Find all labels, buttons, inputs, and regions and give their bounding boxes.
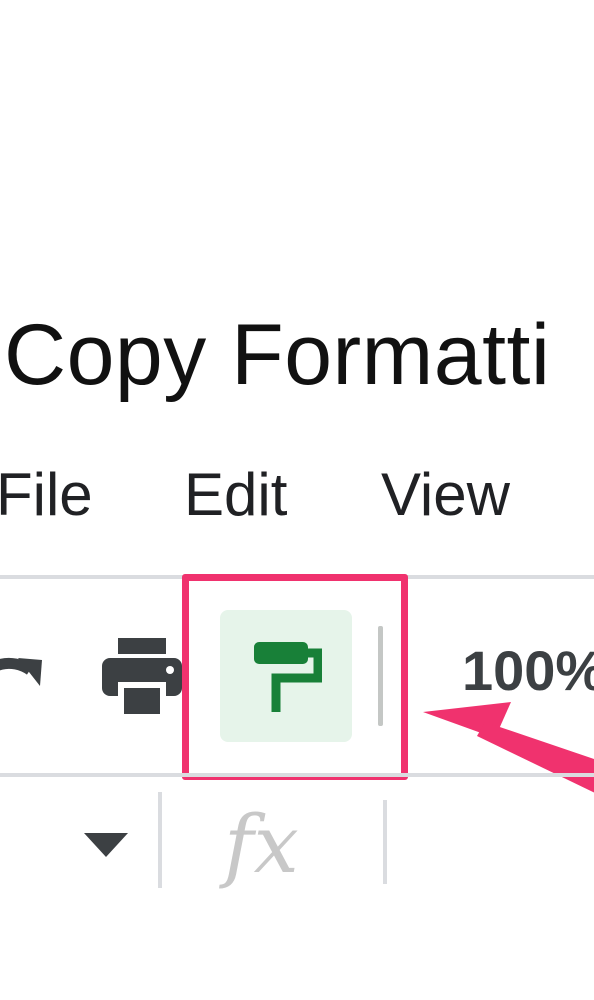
formula-bar-separator-right — [383, 800, 387, 884]
menu-edit[interactable]: Edit — [184, 455, 287, 535]
print-icon[interactable] — [100, 636, 184, 716]
paint-format-highlight — [182, 574, 408, 780]
chevron-down-icon[interactable] — [84, 833, 128, 859]
toolbar-bottom-border — [0, 773, 594, 777]
formula-bar-separator — [158, 792, 162, 888]
document-title[interactable]: Copy Formatti — [4, 300, 551, 410]
menu-file[interactable]: File — [0, 455, 93, 535]
menu-view[interactable]: View — [381, 455, 510, 535]
pointer-arrow-icon — [423, 702, 594, 793]
redo-icon[interactable] — [0, 640, 46, 710]
menu-bar: File Edit View — [0, 455, 594, 535]
fx-icon: fx — [224, 798, 299, 891]
